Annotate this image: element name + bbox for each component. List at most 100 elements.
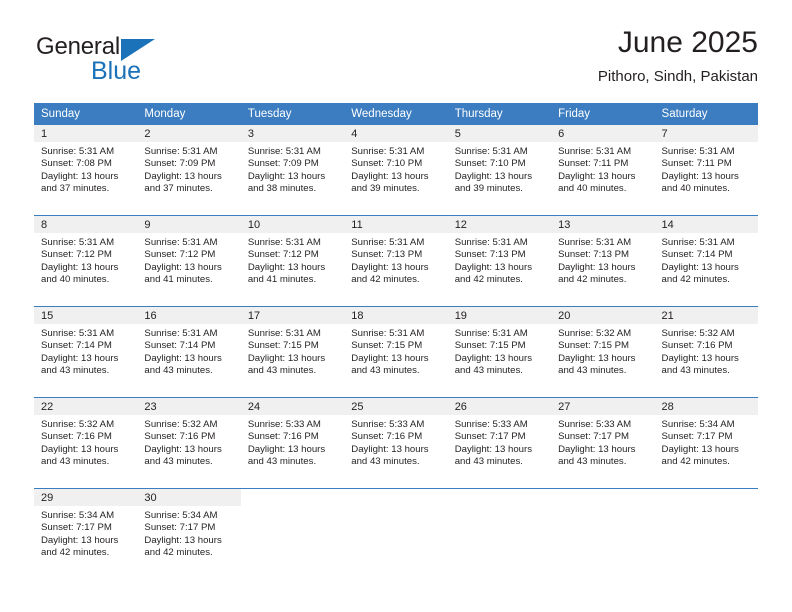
day-sun-info: Sunrise: 5:31 AM Sunset: 7:15 PM Daylight:…: [448, 324, 551, 377]
calendar-day-cell[interactable]: 25 Sunrise: 5:33 AM Sunset: 7:16 PM Dayligh…: [344, 398, 448, 482]
sunrise-time: Sunrise: 5:31 AM: [454, 237, 528, 248]
day-number: 11: [344, 216, 448, 233]
calendar-day-cell[interactable]: 19 Sunrise: 5:31 AM Sunset: 7:15 PM Dayligh…: [447, 307, 552, 391]
daylight-duration-line1: Daylight: 13 hours: [41, 170, 119, 182]
calendar-day-cell[interactable]: 24 Sunrise: 5:33 AM Sunset: 7:16 PM Dayligh…: [240, 398, 345, 482]
daylight-duration-line2: and 43 minutes.: [41, 455, 110, 467]
calendar-day-cell[interactable]: 14 Sunrise: 5:31 AM Sunset: 7:14 PM Dayligh…: [654, 216, 758, 300]
daylight-duration-line1: Daylight: 13 hours: [144, 352, 222, 364]
calendar-day-cell-empty: [655, 489, 758, 573]
day-number: 28: [654, 398, 758, 415]
daylight-duration-line1: Daylight: 13 hours: [454, 170, 533, 182]
day-sun-info: Sunrise: 5:33 AM Sunset: 7:17 PM Daylight:…: [448, 415, 551, 468]
sunset-time: Sunset: 7:11 PM: [661, 158, 732, 170]
calendar-day-cell[interactable]: 7 Sunrise: 5:31 AM Sunset: 7:11 PM Daylight…: [654, 125, 758, 209]
daylight-duration-line2: and 43 minutes.: [351, 364, 420, 376]
calendar-day-cell[interactable]: 29 Sunrise: 5:34 AM Sunset: 7:17 PM Dayligh…: [34, 489, 138, 573]
calendar-day-cell[interactable]: 30 Sunrise: 5:34 AM Sunset: 7:17 PM Dayligh…: [137, 489, 241, 573]
sunrise-time: Sunrise: 5:31 AM: [41, 328, 115, 339]
sunrise-time: Sunrise: 5:34 AM: [41, 510, 115, 521]
daylight-duration-line2: and 43 minutes.: [144, 455, 213, 467]
calendar-day-cell[interactable]: 12 Sunrise: 5:31 AM Sunset: 7:13 PM Dayligh…: [447, 216, 552, 300]
sunrise-time: Sunrise: 5:33 AM: [454, 419, 528, 430]
day-sun-info: Sunrise: 5:31 AM Sunset: 7:12 PM Daylight:…: [34, 233, 137, 286]
day-number: 4: [344, 125, 448, 142]
calendar-day-cell[interactable]: 16 Sunrise: 5:31 AM Sunset: 7:14 PM Dayligh…: [137, 307, 241, 391]
sunset-time: Sunset: 7:12 PM: [41, 249, 112, 261]
day-number: 30: [137, 489, 241, 506]
sunrise-time: Sunrise: 5:31 AM: [661, 146, 735, 157]
calendar-day-cell[interactable]: 11 Sunrise: 5:31 AM Sunset: 7:13 PM Dayligh…: [344, 216, 448, 300]
day-sun-info: Sunrise: 5:31 AM Sunset: 7:12 PM Daylight:…: [241, 233, 344, 286]
sunset-time: Sunset: 7:17 PM: [144, 522, 216, 534]
calendar-day-cell[interactable]: 5 Sunrise: 5:31 AM Sunset: 7:10 PM Daylight…: [447, 125, 552, 209]
weekday-header-row: Sunday Monday Tuesday Wednesday Thursday…: [34, 103, 758, 125]
calendar-day-cell[interactable]: 1 Sunrise: 5:31 AM Sunset: 7:08 PM Daylight…: [34, 125, 138, 209]
daylight-duration-line1: Daylight: 13 hours: [454, 443, 533, 455]
daylight-duration-line1: Daylight: 13 hours: [247, 443, 326, 455]
calendar-day-cell[interactable]: 18 Sunrise: 5:31 AM Sunset: 7:15 PM Dayligh…: [344, 307, 448, 391]
calendar-day-cell[interactable]: 4 Sunrise: 5:31 AM Sunset: 7:10 PM Daylight…: [344, 125, 448, 209]
day-number: [241, 489, 344, 506]
calendar-day-cell[interactable]: 21 Sunrise: 5:32 AM Sunset: 7:16 PM Dayligh…: [654, 307, 758, 391]
daylight-duration-line1: Daylight: 13 hours: [558, 261, 636, 273]
daylight-duration-line2: and 40 minutes.: [41, 273, 110, 285]
day-sun-info: Sunrise: 5:34 AM Sunset: 7:17 PM Daylight:…: [137, 506, 240, 559]
sunset-time: Sunset: 7:14 PM: [144, 340, 216, 352]
day-sun-info: Sunrise: 5:32 AM Sunset: 7:16 PM Daylight:…: [655, 324, 758, 377]
daylight-duration-line2: and 43 minutes.: [144, 364, 213, 376]
calendar-day-cell[interactable]: 26 Sunrise: 5:33 AM Sunset: 7:17 PM Dayligh…: [447, 398, 552, 482]
calendar-day-cell[interactable]: 8 Sunrise: 5:31 AM Sunset: 7:12 PM Daylight…: [34, 216, 138, 300]
day-number: 7: [654, 125, 758, 142]
sunrise-time: Sunrise: 5:32 AM: [661, 328, 735, 339]
day-number: 2: [137, 125, 241, 142]
sunrise-time: Sunrise: 5:31 AM: [454, 328, 528, 339]
day-number: 13: [551, 216, 655, 233]
day-number: [344, 489, 447, 506]
sunset-time: Sunset: 7:10 PM: [454, 158, 526, 170]
daylight-duration-line1: Daylight: 13 hours: [144, 443, 222, 455]
sunset-time: Sunset: 7:17 PM: [454, 431, 526, 443]
sunrise-time: Sunrise: 5:31 AM: [41, 237, 115, 248]
day-number: 17: [240, 307, 345, 324]
sunrise-time: Sunrise: 5:31 AM: [558, 237, 632, 248]
calendar-day-cell[interactable]: 23 Sunrise: 5:32 AM Sunset: 7:16 PM Dayligh…: [137, 398, 241, 482]
calendar-day-cell-empty: [551, 489, 654, 573]
sunset-time: Sunset: 7:14 PM: [41, 340, 112, 352]
day-number: 26: [447, 398, 552, 415]
calendar-day-cell[interactable]: 10 Sunrise: 5:31 AM Sunset: 7:12 PM Dayligh…: [240, 216, 345, 300]
daylight-duration-line2: and 40 minutes.: [661, 182, 730, 194]
calendar-day-cell[interactable]: 27 Sunrise: 5:33 AM Sunset: 7:17 PM Dayligh…: [551, 398, 655, 482]
daylight-duration-line1: Daylight: 13 hours: [558, 170, 636, 182]
day-sun-info: Sunrise: 5:31 AM Sunset: 7:08 PM Daylight:…: [34, 142, 137, 195]
day-sun-info: Sunrise: 5:31 AM Sunset: 7:09 PM Daylight:…: [137, 142, 240, 195]
calendar-day-cell[interactable]: 22 Sunrise: 5:32 AM Sunset: 7:16 PM Dayligh…: [34, 398, 138, 482]
daylight-duration-line1: Daylight: 13 hours: [41, 443, 119, 455]
daylight-duration-line1: Daylight: 13 hours: [454, 352, 533, 364]
sunset-time: Sunset: 7:13 PM: [454, 249, 526, 261]
daylight-duration-line2: and 38 minutes.: [247, 182, 317, 194]
day-sun-info: [448, 506, 551, 510]
calendar-day-cell[interactable]: 6 Sunrise: 5:31 AM Sunset: 7:11 PM Daylight…: [551, 125, 655, 209]
weekday-header-wednesday: Wednesday: [351, 108, 412, 120]
calendar-day-cell[interactable]: 15 Sunrise: 5:31 AM Sunset: 7:14 PM Dayligh…: [34, 307, 138, 391]
sunrise-time: Sunrise: 5:31 AM: [144, 146, 218, 157]
weekday-header-tuesday: Tuesday: [247, 108, 292, 120]
calendar-day-cell[interactable]: 2 Sunrise: 5:31 AM Sunset: 7:09 PM Daylight…: [137, 125, 241, 209]
day-sun-info: Sunrise: 5:34 AM Sunset: 7:17 PM Daylight:…: [655, 415, 758, 468]
calendar-day-cell[interactable]: 9 Sunrise: 5:31 AM Sunset: 7:12 PM Daylight…: [137, 216, 241, 300]
calendar-day-cell[interactable]: 17 Sunrise: 5:31 AM Sunset: 7:15 PM Dayligh…: [240, 307, 345, 391]
sunset-time: Sunset: 7:10 PM: [351, 158, 423, 170]
calendar-day-cell[interactable]: 28 Sunrise: 5:34 AM Sunset: 7:17 PM Dayligh…: [654, 398, 758, 482]
daylight-duration-line2: and 41 minutes.: [247, 273, 317, 285]
daylight-duration-line1: Daylight: 13 hours: [454, 261, 533, 273]
sunset-time: Sunset: 7:14 PM: [661, 249, 733, 261]
day-number: 27: [551, 398, 655, 415]
calendar-day-cell[interactable]: 13 Sunrise: 5:31 AM Sunset: 7:13 PM Dayligh…: [551, 216, 655, 300]
sunset-time: Sunset: 7:16 PM: [351, 431, 423, 443]
calendar-day-cell[interactable]: 3 Sunrise: 5:31 AM Sunset: 7:09 PM Daylight…: [240, 125, 345, 209]
calendar-day-cell[interactable]: 20 Sunrise: 5:32 AM Sunset: 7:15 PM Dayligh…: [551, 307, 655, 391]
day-number: 21: [654, 307, 758, 324]
daylight-duration-line2: and 43 minutes.: [558, 455, 627, 467]
daylight-duration-line2: and 42 minutes.: [144, 546, 213, 558]
